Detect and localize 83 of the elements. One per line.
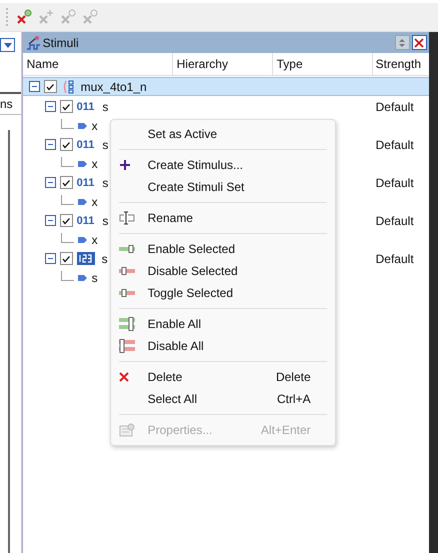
up-down-icon [397,38,408,48]
tree-item[interactable]: mux_4to1_n [80,80,147,94]
tree-item[interactable]: s [102,252,108,266]
checkbox[interactable] [60,252,73,265]
check-icon [61,178,72,188]
tree-item[interactable]: s [102,100,108,114]
check-icon [61,216,72,226]
menu-item[interactable]: Enable Selected [110,238,335,260]
pin-icon [78,198,88,206]
pin-icon [78,274,88,282]
table-cell: Default [376,138,414,152]
checkbox[interactable] [60,100,73,113]
menu-item[interactable]: Disable All [110,335,335,357]
text-cursor-icon [118,211,135,225]
tree-connector [60,156,74,166]
menu-item[interactable]: Delete Delete [110,366,335,388]
switch-icon [118,267,135,275]
tree-connector [60,232,74,242]
switches-off-icon [118,339,135,353]
column-header[interactable]: Hierarchy [172,53,273,75]
plus-icon [118,159,131,171]
column-header[interactable]: Strength [372,53,429,75]
checkbox[interactable] [60,176,73,189]
checkbox[interactable] [60,138,73,151]
menu-item[interactable]: Disable Selected [110,260,335,282]
table-cell: Default [376,100,414,114]
menu-item[interactable]: Create Stimulus... [110,154,335,176]
value-label: 011 [76,100,94,112]
value-label: 011 [76,176,94,188]
checkbox[interactable] [60,214,73,227]
collapse-toggle[interactable] [44,101,56,112]
collapse-toggle[interactable] [44,139,56,150]
check-icon [61,254,72,264]
panel-title: Stimuli [42,36,79,50]
switches-on-icon [118,317,135,331]
check-icon [45,82,56,92]
column-header[interactable]: Name [22,53,173,75]
menu-item[interactable]: Toggle Selected [110,282,335,304]
tree-item[interactable]: x [92,118,98,132]
float-button[interactable] [394,35,410,50]
table-cell: Default [376,176,414,190]
collapse-toggle[interactable] [28,81,40,92]
menu-item[interactable]: Rename [110,207,335,229]
counter-icon [76,252,95,265]
tree-item[interactable]: x [92,156,98,170]
tree-item[interactable]: x [92,232,98,246]
menu-item[interactable]: Enable All [110,313,335,335]
tree-item[interactable]: s [102,138,108,152]
toolbar-icon[interactable] [16,9,32,25]
column-header[interactable]: Type [272,53,373,75]
value-label: 011 [76,214,94,226]
tree-connector [60,194,74,204]
collapse-toggle[interactable] [44,215,56,226]
pin-icon [78,160,88,168]
table-cell: Default [376,214,414,228]
waveform-icon [26,34,42,50]
check-icon [61,140,72,150]
collapse-toggle[interactable] [44,177,56,188]
pin-icon [78,236,88,244]
table-cell: Default [376,252,414,266]
check-icon [61,102,72,112]
menu-item[interactable]: Select All Ctrl+A [110,388,335,410]
caret-icon [4,42,12,48]
pin-icon [78,122,88,130]
switch-icon [118,245,135,253]
menu-item[interactable]: Set as Active [110,123,335,145]
close-icon [414,38,424,48]
tree-item[interactable]: s [92,270,98,284]
properties-icon [118,423,135,437]
collapse-toggle[interactable] [44,253,56,264]
value-label: 011 [76,138,94,150]
tree-item[interactable]: x [92,194,98,208]
tree-connector [60,118,74,128]
dropdown-button[interactable] [0,38,15,52]
close-button[interactable] [412,35,427,50]
tree-item[interactable]: s [102,214,108,228]
tree-item[interactable]: s [102,176,108,190]
switch-icon [118,289,135,297]
bus-icon [62,80,75,94]
checkbox[interactable] [44,80,57,93]
menu-item[interactable]: Create Stimuli Set [110,176,335,198]
delete-icon [118,372,129,382]
tree-connector [60,270,74,280]
